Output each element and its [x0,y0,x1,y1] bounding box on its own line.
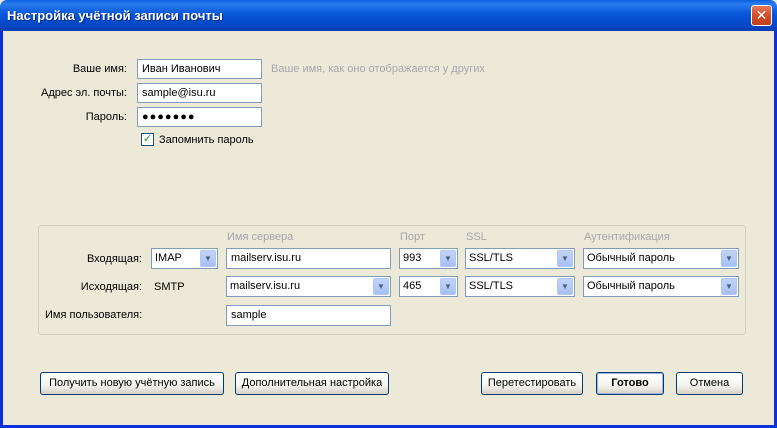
chevron-down-icon[interactable]: ▼ [200,250,216,267]
password-input[interactable]: ●●●●●●● [137,107,262,127]
chevron-down-icon[interactable]: ▼ [440,250,456,267]
incoming-label: Входящая: [86,253,142,265]
username-label: Имя пользователя: [45,309,143,321]
chevron-down-icon[interactable]: ▼ [557,278,573,295]
cancel-button[interactable]: Отмена [676,372,743,395]
outgoing-port-value: 465 [403,280,422,292]
name-input[interactable]: Иван Иванович [137,59,262,79]
chevron-down-icon[interactable]: ▼ [557,250,573,267]
incoming-protocol-select[interactable]: IMAP ▼ [151,248,218,269]
outgoing-server-value: mailserv.isu.ru [230,280,301,292]
server-column-header: Имя сервера [227,231,294,243]
email-input[interactable]: sample@isu.ru [137,83,262,103]
chevron-down-icon[interactable]: ▼ [373,278,389,295]
chevron-down-icon[interactable]: ▼ [721,278,737,295]
outgoing-auth-value: Обычный пароль [587,280,675,292]
window-title: Настройка учётной записи почты [7,8,223,23]
retest-button[interactable]: Перетестировать [481,372,583,395]
title-bar[interactable]: Настройка учётной записи почты ✕ [0,0,777,31]
chevron-down-icon[interactable]: ▼ [721,250,737,267]
outgoing-server-select[interactable]: mailserv.isu.ru ▼ [226,276,391,297]
get-new-account-button[interactable]: Получить новую учётную запись [40,372,224,395]
outgoing-protocol: SMTP [154,281,185,293]
username-input[interactable]: sample [226,305,391,326]
remember-password-label[interactable]: Запомнить пароль [159,134,254,146]
incoming-auth-value: Обычный пароль [587,252,675,264]
incoming-server-input[interactable]: mailserv.isu.ru [226,248,391,269]
incoming-port-value: 993 [403,252,422,264]
incoming-port-select[interactable]: 993 ▼ [399,248,458,269]
name-hint: Ваше имя, как оно отображается у других [271,63,485,75]
outgoing-label: Исходящая: [80,281,142,293]
outgoing-ssl-value: SSL/TLS [469,280,514,292]
incoming-protocol-value: IMAP [155,252,182,264]
ssl-column-header: SSL [466,231,487,243]
email-label: Адрес эл. почты: [40,87,127,99]
password-label: Пароль: [85,111,127,123]
port-column-header: Порт [400,231,425,243]
outgoing-port-select[interactable]: 465 ▼ [399,276,458,297]
outgoing-ssl-select[interactable]: SSL/TLS ▼ [465,276,575,297]
incoming-auth-select[interactable]: Обычный пароль ▼ [583,248,739,269]
incoming-ssl-select[interactable]: SSL/TLS ▼ [465,248,575,269]
auth-column-header: Аутентификация [584,231,670,243]
remember-password-checkbox[interactable]: ✓ [141,133,154,146]
outgoing-auth-select[interactable]: Обычный пароль ▼ [583,276,739,297]
chevron-down-icon[interactable]: ▼ [440,278,456,295]
close-button[interactable]: ✕ [751,5,772,26]
name-label: Ваше имя: [72,63,127,75]
incoming-ssl-value: SSL/TLS [469,252,514,264]
dialog-body: Ваше имя: Иван Иванович Ваше имя, как он… [0,31,777,428]
advanced-settings-button[interactable]: Дополнительная настройка [235,372,389,395]
done-button[interactable]: Готово [596,372,664,395]
